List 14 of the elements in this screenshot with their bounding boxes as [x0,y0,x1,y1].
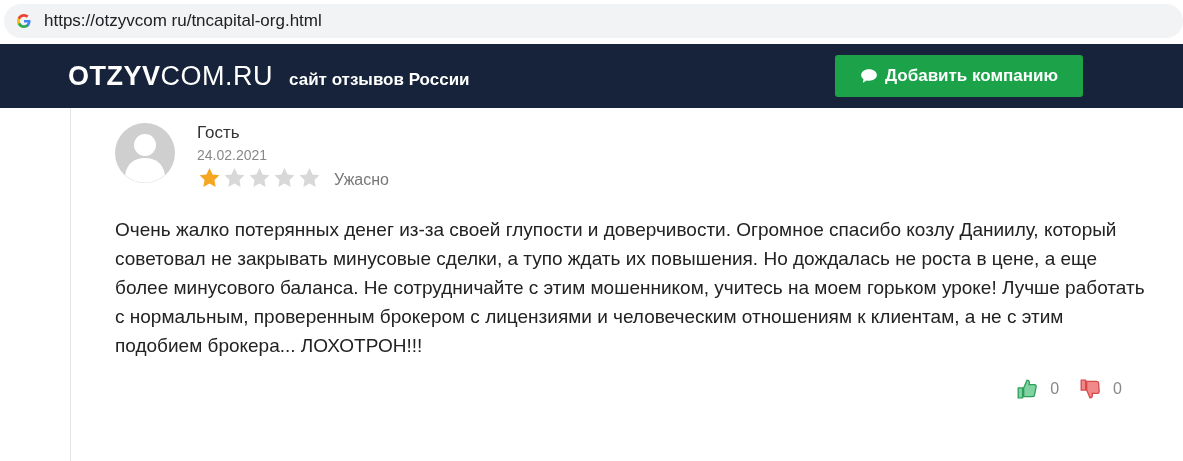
speech-bubble-icon [859,68,878,84]
like-count: 0 [1050,380,1060,398]
address-field[interactable]: https://otzyvcom ru/tncapital-org.html [4,4,1183,38]
dislike-count: 0 [1113,380,1122,398]
rating-label: Ужасно [334,169,389,189]
google-icon [16,13,32,29]
author-name: Гость [197,123,241,143]
site-tagline: сайт отзывов России [289,69,470,90]
thumbs-down-icon[interactable] [1079,378,1102,400]
review-date: 24.02.2021 [197,147,269,163]
thumbs-up-icon[interactable] [1016,378,1039,400]
avatar-icon [115,123,175,183]
site-logo[interactable]: OTZYVCOM.RU [68,60,273,92]
review-text: Очень жалко потерянных денег из-за своей глупости и доверчивости. Огромное спасибо козлу Даниилу, который советовал не закрывать минусовые сделки, а тупо ждать их повышения. Но дождалась не роста в цене, а еще более минусового баланса. Не сотрудничайте с этим мошенником, учитесь на моем горьком уроке! Лучше работать с нормальным, проверенным брокером с лицензиями и человеческим отношениям к клиентам, а не с этим подобием брокера... ЛОХОТРОН!!! [115,218,1146,358]
